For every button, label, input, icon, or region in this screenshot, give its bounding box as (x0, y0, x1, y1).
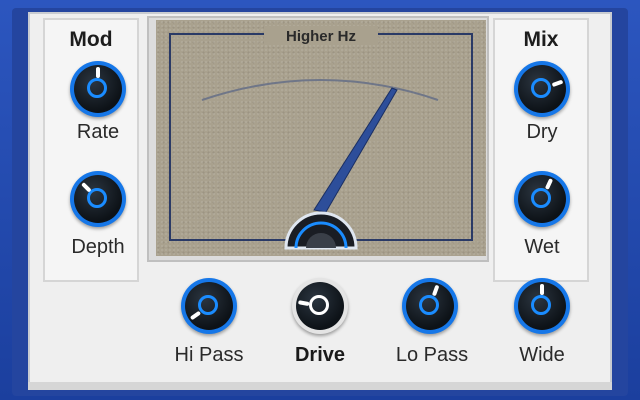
mod-title: Mod (69, 28, 113, 51)
depth-label: Depth (71, 236, 125, 258)
drive-label: Drive (294, 344, 346, 366)
dry-knob-ring (531, 78, 551, 98)
meter-title: Higher Hz (286, 28, 356, 45)
hipass-label: Hi Pass (174, 344, 244, 366)
depth-knob[interactable] (70, 171, 126, 227)
panel-bottom-edge (28, 382, 612, 390)
dry-knob[interactable] (514, 61, 570, 117)
hipass-knob-ring (198, 295, 218, 315)
wide-knob-indicator (540, 284, 544, 295)
wet-knob[interactable] (514, 171, 570, 227)
wet-knob-ring (531, 188, 551, 208)
dry-label: Dry (526, 121, 558, 143)
wide-knob-ring (531, 295, 551, 315)
wet-label: Wet (524, 236, 560, 258)
meter-needle (313, 87, 398, 213)
meter-graphic: Higher Hz (169, 26, 473, 250)
lopass-label: Lo Pass (395, 344, 469, 366)
wide-knob[interactable] (514, 278, 570, 334)
lopass-knob-ring (419, 295, 439, 315)
meter-scale-arc (201, 79, 439, 101)
lopass-knob[interactable] (402, 278, 458, 334)
rate-knob-indicator (96, 67, 100, 78)
rate-knob[interactable] (70, 61, 126, 117)
drive-knob[interactable] (292, 278, 348, 334)
mix-title: Mix (523, 28, 559, 51)
rate-label: Rate (76, 121, 120, 143)
drive-knob-ring (309, 295, 329, 315)
wide-label: Wide (519, 344, 565, 366)
rate-knob-ring (87, 78, 107, 98)
hipass-knob[interactable] (181, 278, 237, 334)
